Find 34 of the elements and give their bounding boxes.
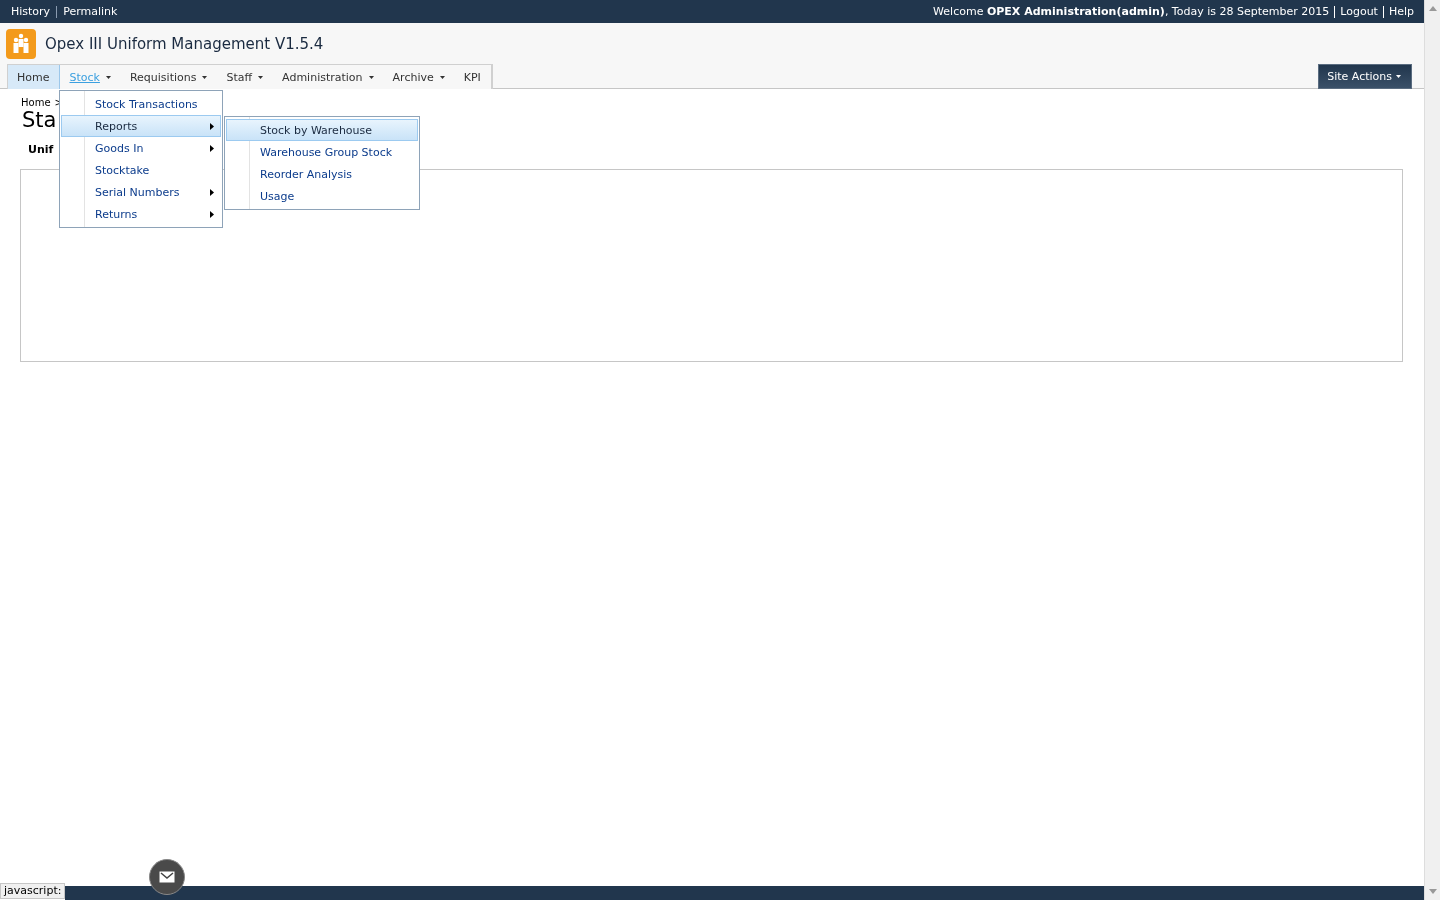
- welcome-text: Welcome OPEX Administration(admin), Today is 28 September 2015: [933, 5, 1330, 18]
- nav-tab[interactable]: KPI: [454, 65, 492, 89]
- menu-item[interactable]: Usage: [226, 185, 418, 207]
- top-link[interactable]: History: [11, 5, 51, 18]
- menu-item[interactable]: Goods In: [61, 137, 221, 159]
- app-title: Opex III Uniform Management V1.5.4: [45, 34, 324, 53]
- page-title: Sta: [21, 109, 57, 131]
- top-link[interactable]: Permalink: [63, 5, 118, 18]
- scrollbar[interactable]: [1424, 0, 1440, 900]
- menu-item[interactable]: Warehouse Group Stock: [226, 141, 418, 163]
- top-link[interactable]: Logout: [1340, 5, 1378, 18]
- site-actions-button[interactable]: Site Actions: [1318, 64, 1412, 89]
- menu-item[interactable]: Reorder Analysis: [226, 163, 418, 185]
- breadcrumb-link[interactable]: Home: [21, 97, 51, 108]
- menu-item[interactable]: Returns: [61, 203, 221, 225]
- nav-tab[interactable]: Administration: [273, 65, 384, 89]
- nav-tab[interactable]: Archive: [383, 65, 455, 89]
- mail-button[interactable]: [149, 859, 185, 895]
- status-text: javascript:: [0, 883, 66, 899]
- nav-tab[interactable]: Home: [8, 65, 61, 89]
- nav-tab[interactable]: Requisitions: [120, 65, 218, 89]
- logo-icon: [6, 28, 36, 59]
- scroll-down-icon: [1428, 889, 1437, 894]
- mail-icon: [159, 871, 175, 883]
- menu-item[interactable]: Stock by Warehouse: [226, 119, 418, 141]
- top-link[interactable]: Help: [1388, 5, 1414, 18]
- menu-item[interactable]: Stock Transactions: [61, 93, 221, 115]
- menu-item[interactable]: Reports: [61, 115, 221, 137]
- caret-icon: [1396, 75, 1401, 78]
- menu-item[interactable]: Stocktake: [61, 159, 221, 181]
- scroll-up-icon: [1428, 6, 1437, 11]
- nav-tab[interactable]: Staff: [217, 65, 274, 89]
- section-label: Unif: [28, 143, 54, 156]
- menu-item[interactable]: Serial Numbers: [61, 181, 221, 203]
